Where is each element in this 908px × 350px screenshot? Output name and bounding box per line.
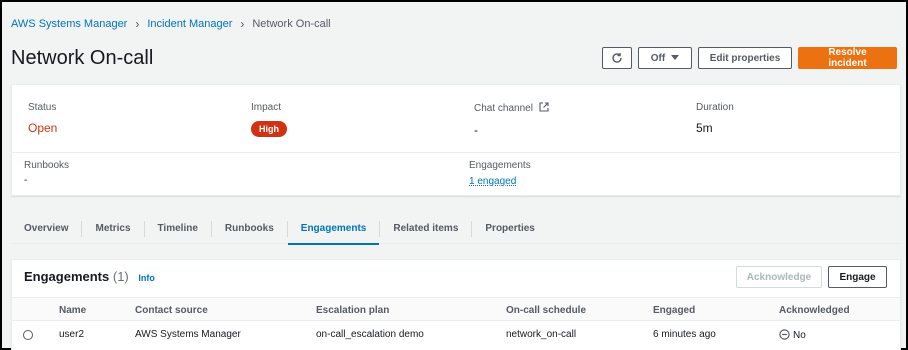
breadcrumb: AWS Systems Manager › Incident Manager ›… [11,17,331,31]
escalation-plan-link[interactable]: on-call_escalation demo [316,329,424,340]
engagements-panel-title: Engagements (1) Info [24,269,155,284]
acknowledged-cell: No [779,329,806,341]
engage-button[interactable]: Engage [828,266,887,288]
column-header-acknowledged[interactable]: Acknowledged [779,305,850,316]
engagements-table: Name Contact source Escalation plan On-c… [12,297,900,347]
table-header: Name Contact source Escalation plan On-c… [12,297,900,321]
engaged-time-cell: 6 minutes ago [653,329,716,340]
engagements-link[interactable]: 1 engaged [469,176,516,187]
breadcrumb-current: Network On-call [252,18,331,30]
header-actions: Off Edit properties Resolve incident [602,47,897,69]
contact-name-link[interactable]: user2 [59,329,84,340]
impact-badge: High [251,121,287,137]
duration-value: 5m [696,121,713,135]
resolve-incident-button[interactable]: Resolve incident [798,47,897,69]
external-link-icon[interactable] [539,102,549,112]
runbooks-value: - [24,175,28,186]
tab-runbooks[interactable]: Runbooks [212,220,288,237]
auto-refresh-dropdown[interactable]: Off [638,47,692,69]
page-title: Network On-call [11,47,154,69]
status-label: Status [28,102,57,113]
caret-down-icon [671,55,680,60]
minus-circle-icon [779,329,790,340]
edit-properties-button[interactable]: Edit properties [698,47,792,69]
impact-label: Impact [251,102,282,113]
column-header-name[interactable]: Name [59,305,86,316]
column-header-escalation-plan[interactable]: Escalation plan [316,305,389,316]
refresh-icon [612,53,622,63]
summary-divider [12,152,900,153]
tab-overview[interactable]: Overview [11,220,83,237]
chat-channel-label-text: Chat channel [474,103,533,114]
column-header-engaged[interactable]: Engaged [653,305,695,316]
column-header-contact-source[interactable]: Contact source [135,305,208,316]
tab-metrics[interactable]: Metrics [82,220,145,237]
info-link[interactable]: Info [138,273,155,283]
incident-summary: Status Open Impact High Chat channel - D… [11,84,901,196]
acknowledged-value: No [793,330,806,341]
table-row: user2 AWS Systems Manager on-call_escala… [12,321,900,347]
auto-refresh-label: Off [650,52,666,64]
tab-related-items[interactable]: Related items [380,220,473,237]
engagements-label: Engagements [469,160,531,171]
engagements-count: (1) [112,269,129,284]
app-frame: AWS Systems Manager › Incident Manager ›… [0,0,908,350]
breadcrumb-systems-manager[interactable]: AWS Systems Manager [11,18,127,30]
breadcrumb-incident-manager[interactable]: Incident Manager [147,18,232,30]
chevron-right-icon: › [135,17,140,31]
tab-properties[interactable]: Properties [472,221,547,237]
chevron-right-icon: › [240,17,245,31]
chat-channel-value: - [474,123,478,137]
schedule-link[interactable]: network_on-call [506,329,576,340]
engagements-panel: Engagements (1) Info Acknowledge Engage … [11,259,901,350]
engagements-actions: Acknowledge Engage [736,266,887,288]
contact-source-cell: AWS Systems Manager [135,329,241,340]
row-select-radio[interactable] [23,330,33,340]
acknowledge-button[interactable]: Acknowledge [736,266,822,288]
engagements-title-text: Engagements [24,269,110,284]
runbooks-label: Runbooks [24,160,70,171]
tab-engagements[interactable]: Engagements [287,220,381,245]
column-header-on-call-schedule[interactable]: On-call schedule [506,305,586,316]
duration-label: Duration [696,102,734,113]
status-value: Open [28,121,58,135]
refresh-button[interactable] [602,47,632,69]
tab-timeline[interactable]: Timeline [145,220,212,237]
chat-channel-label: Chat channel [474,102,549,114]
incident-tabs: Overview Metrics Timeline Runbooks Engag… [11,214,901,245]
